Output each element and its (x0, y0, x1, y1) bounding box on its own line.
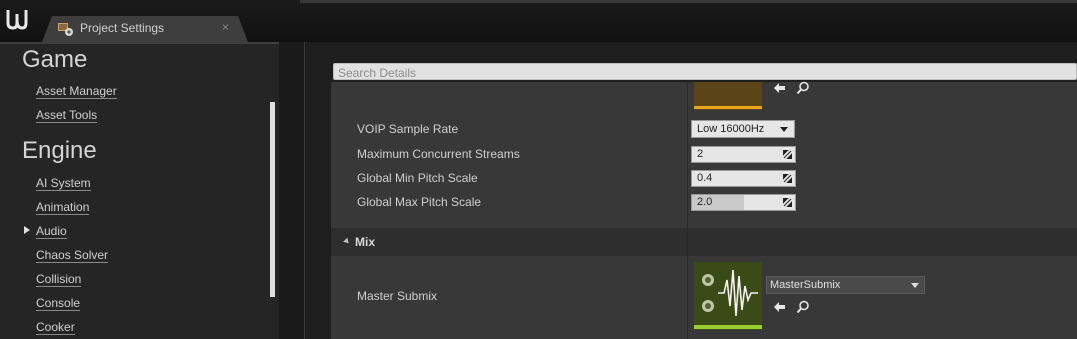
sidebar-item-collision[interactable]: Collision (36, 272, 82, 287)
use-selected-arrow-icon[interactable] (772, 300, 786, 314)
mix-section-label: Mix (355, 235, 376, 249)
numeric-value: 0.4 (697, 172, 713, 184)
sidebar-item-cooker[interactable]: Cooker (36, 320, 75, 335)
property-label-global-max-pitch-scale: Global Max Pitch Scale (357, 195, 482, 209)
sidebar-section-engine: Engine (22, 137, 97, 164)
sidebar-item-chaos-solver[interactable]: Chaos Solver (36, 248, 109, 263)
voip-sample-rate-dropdown[interactable]: Low 16000Hz (691, 120, 795, 138)
sidebar-item-console[interactable]: Console (36, 296, 81, 311)
mix-section-header[interactable]: Mix (331, 228, 1077, 256)
title-bar: Project Settings × (0, 0, 1077, 42)
settings-sidebar: Game Asset Manager Asset Tools Engine AI… (0, 42, 279, 339)
collapse-arrow-icon[interactable] (343, 237, 351, 246)
search-details-box[interactable] (333, 63, 1077, 81)
column-separator[interactable] (687, 228, 688, 256)
sidebar-item-asset-tools[interactable]: Asset Tools (36, 108, 98, 123)
tab-close-icon[interactable]: × (222, 20, 229, 34)
max-concurrent-streams-input[interactable]: 2 (691, 146, 796, 163)
numeric-value: 2.0 (697, 196, 713, 208)
global-min-pitch-scale-input[interactable]: 0.4 (691, 170, 796, 187)
property-label-max-concurrent-streams: Maximum Concurrent Streams (357, 147, 520, 161)
property-label-voip-sample-rate: VOIP Sample Rate (357, 122, 459, 136)
global-max-pitch-scale-input[interactable]: 2.0 (691, 194, 796, 211)
sidebar-scrollbar[interactable] (270, 102, 275, 297)
project-settings-icon (58, 22, 74, 36)
tab-project-settings[interactable]: Project Settings × (42, 16, 248, 42)
search-input[interactable] (334, 65, 1077, 81)
property-label-global-min-pitch-scale: Global Min Pitch Scale (357, 171, 478, 185)
master-submix-dropdown[interactable]: MasterSubmix (766, 276, 925, 294)
sidebar-top-edge (0, 42, 279, 44)
spin-drag-icon[interactable] (783, 174, 792, 183)
sidebar-item-animation[interactable]: Animation (36, 200, 90, 215)
use-selected-arrow-icon[interactable] (772, 81, 786, 95)
spin-drag-icon[interactable] (783, 198, 792, 207)
column-separator[interactable] (687, 256, 688, 339)
chevron-down-icon (780, 127, 788, 132)
title-bar-accent-line (300, 0, 1077, 3)
sidebar-item-asset-manager[interactable]: Asset Manager (36, 84, 117, 99)
unreal-logo-icon[interactable] (4, 6, 30, 32)
property-label-master-submix: Master Submix (357, 289, 438, 303)
submix-thumbnail[interactable] (694, 262, 762, 330)
tab-label: Project Settings (80, 21, 165, 35)
sidebar-item-audio[interactable]: Audio (36, 224, 67, 239)
sidebar-item-ai-system[interactable]: AI System (36, 176, 91, 191)
spin-drag-icon[interactable] (783, 150, 792, 159)
sidebar-section-game: Game (22, 46, 88, 73)
column-separator[interactable] (687, 82, 688, 228)
numeric-value: 2 (697, 148, 704, 160)
browse-magnifier-icon[interactable] (796, 81, 810, 95)
browse-magnifier-icon[interactable] (796, 300, 810, 314)
dropdown-value: MasterSubmix (770, 279, 841, 291)
selected-arrow-icon (24, 226, 30, 234)
chevron-down-icon (911, 283, 919, 288)
asset-thumbnail-partial[interactable] (694, 82, 762, 110)
dropdown-value: Low 16000Hz (697, 123, 765, 135)
